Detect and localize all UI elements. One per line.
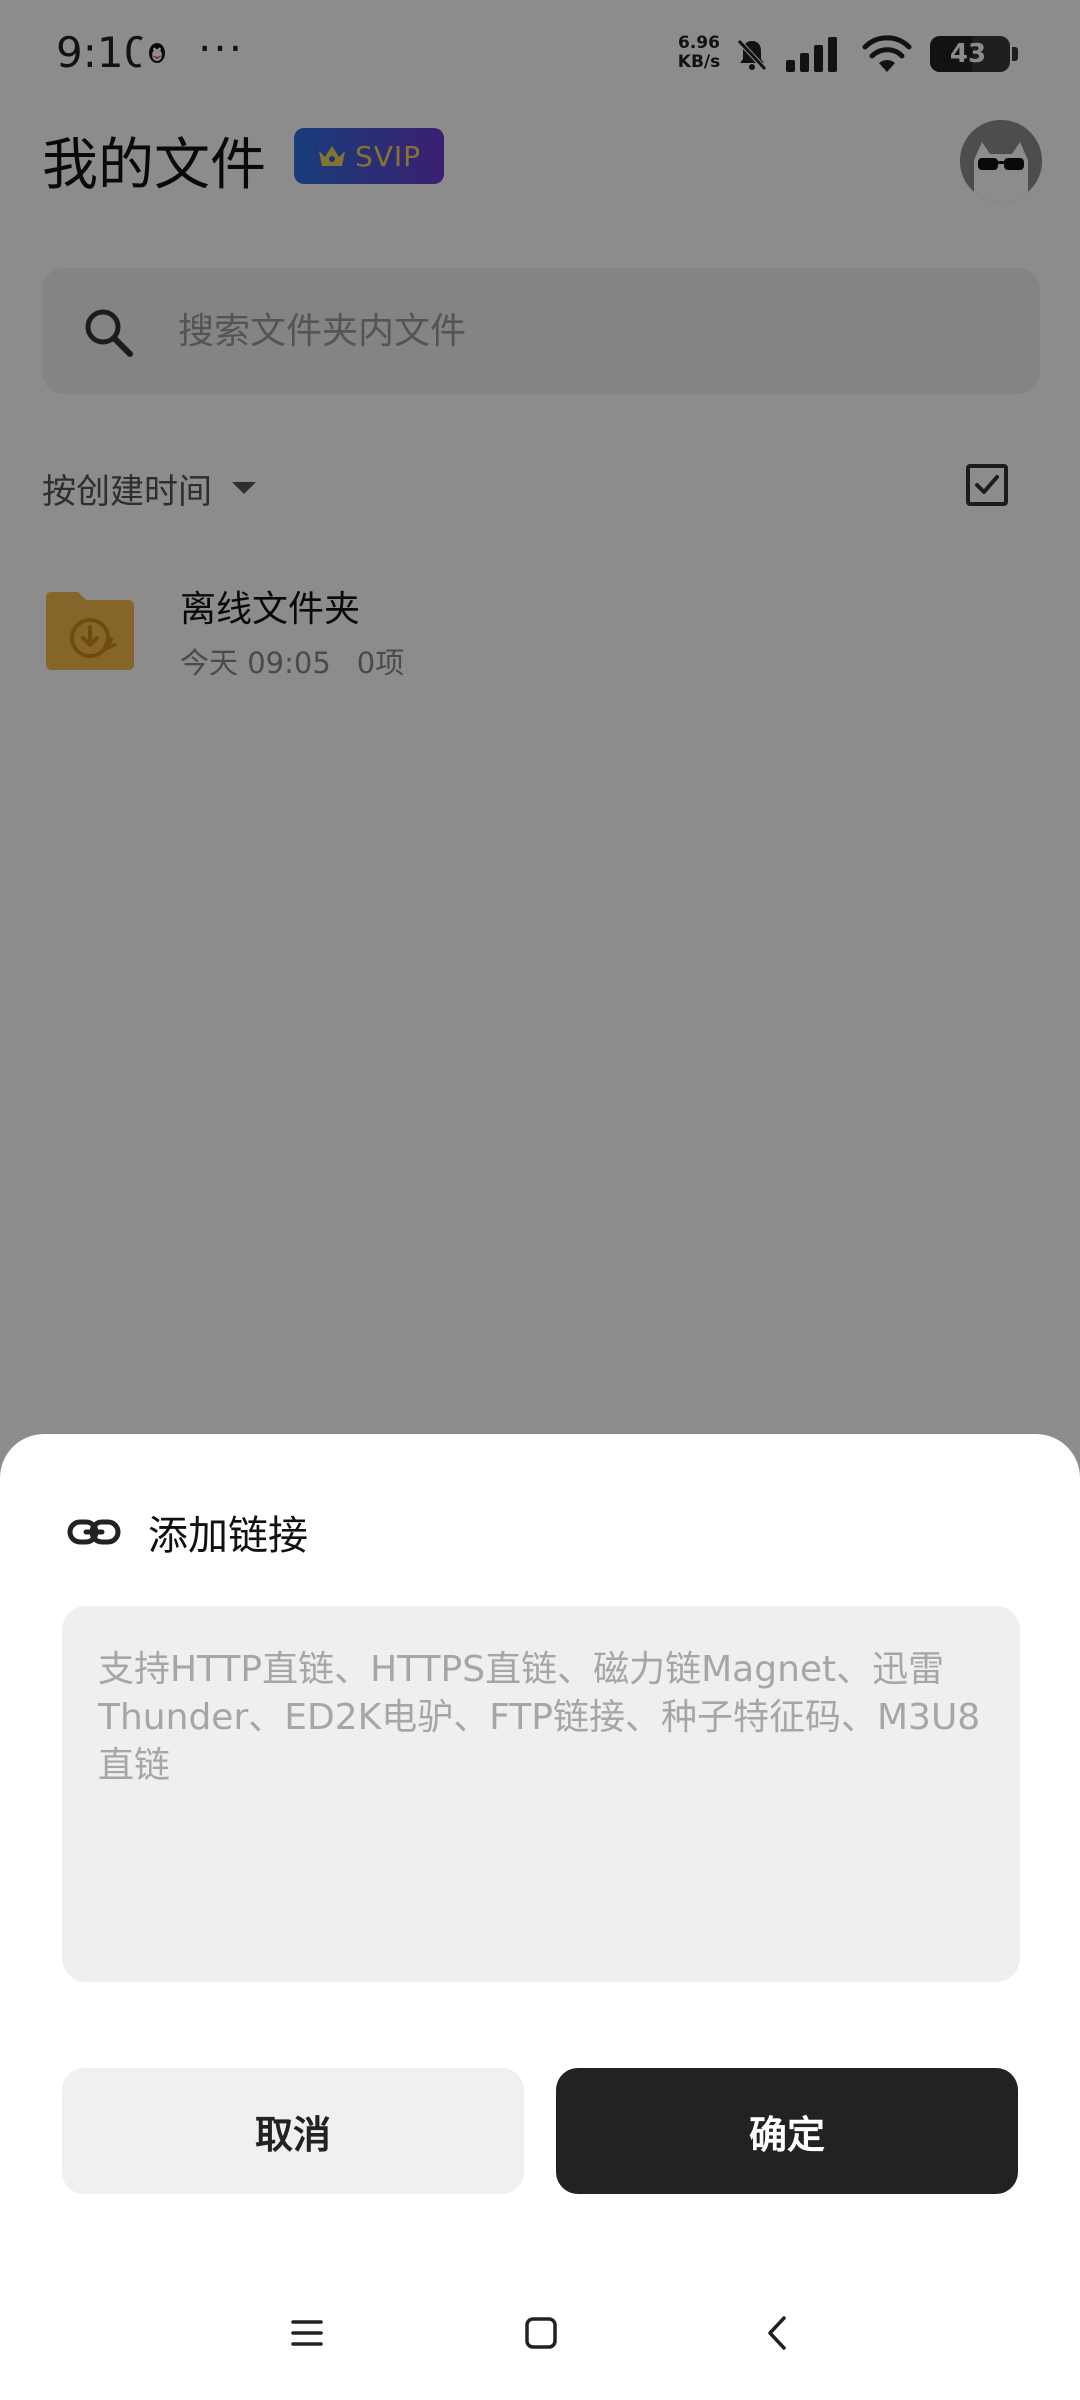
screen: 9:10 ··· 6.96 KB/s 43 我的文件 SVIP 搜索文件夹内文件… [0, 0, 1080, 2400]
confirm-button[interactable]: 确定 [556, 2068, 1018, 2194]
sheet-header: 添加链接 [66, 1504, 308, 1560]
menu-icon[interactable] [290, 2318, 324, 2348]
back-icon[interactable] [762, 2314, 792, 2352]
navigation-bar [0, 2290, 1080, 2380]
cancel-button[interactable]: 取消 [62, 2068, 524, 2194]
add-link-sheet: 添加链接 取消 确定 [0, 1434, 1080, 2400]
link-input[interactable] [62, 1606, 1020, 1982]
home-icon[interactable] [524, 2316, 558, 2350]
link-icon [67, 1519, 121, 1545]
sheet-title: 添加链接 [148, 1513, 308, 1559]
